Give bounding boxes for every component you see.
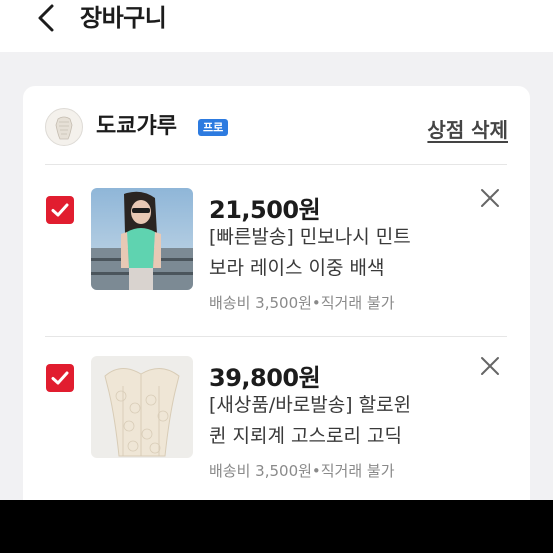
cart-item: 39,800원 [새상품/바로발송] 할로윈 퀸 지뢰계 고스로리 고딕 배송비… bbox=[23, 342, 530, 502]
shop-avatar[interactable] bbox=[45, 108, 83, 146]
check-icon bbox=[51, 371, 69, 385]
delete-shop-button[interactable]: 상점 삭제 bbox=[427, 114, 508, 143]
item-title-line1[interactable]: [빠른발송] 민보나시 민트 bbox=[209, 222, 469, 252]
item-checkbox[interactable] bbox=[46, 364, 74, 392]
pro-badge: 프로 bbox=[198, 119, 229, 136]
chevron-left-icon[interactable] bbox=[30, 1, 64, 35]
item-title-line1[interactable]: [새상품/바로발송] 할로윈 bbox=[209, 390, 469, 420]
app-header: 장바구니 bbox=[0, 0, 553, 52]
divider bbox=[45, 164, 507, 165]
product-thumbnail[interactable] bbox=[91, 188, 193, 290]
product-thumbnail[interactable] bbox=[91, 356, 193, 458]
item-shipping-info: 배송비 3,500원•직거래 불가 bbox=[209, 462, 395, 480]
cart-item: 21,500원 [빠른발송] 민보나시 민트 보라 레이스 이중 배색 배송비 … bbox=[23, 174, 530, 334]
item-price: 39,800원 bbox=[209, 364, 321, 392]
bottom-overlay-bar bbox=[0, 500, 553, 553]
page-title: 장바구니 bbox=[80, 4, 167, 32]
item-shipping-info: 배송비 3,500원•직거래 불가 bbox=[209, 294, 395, 312]
close-icon[interactable] bbox=[478, 186, 502, 210]
shop-cart-card: 도쿄갸루 프로 상점 삭제 21,500원 [빠른발송] 민보나시 민트 보라 … bbox=[23, 86, 530, 526]
shop-row: 도쿄갸루 프로 상점 삭제 bbox=[23, 86, 530, 164]
shop-name[interactable]: 도쿄갸루 bbox=[96, 112, 177, 142]
divider bbox=[45, 336, 507, 337]
check-icon bbox=[51, 203, 69, 217]
item-checkbox[interactable] bbox=[46, 196, 74, 224]
item-price: 21,500원 bbox=[209, 196, 321, 224]
item-title-line2[interactable]: 보라 레이스 이중 배색 bbox=[209, 253, 469, 283]
item-title-line2[interactable]: 퀸 지뢰계 고스로리 고딕 bbox=[209, 421, 469, 451]
close-icon[interactable] bbox=[478, 354, 502, 378]
